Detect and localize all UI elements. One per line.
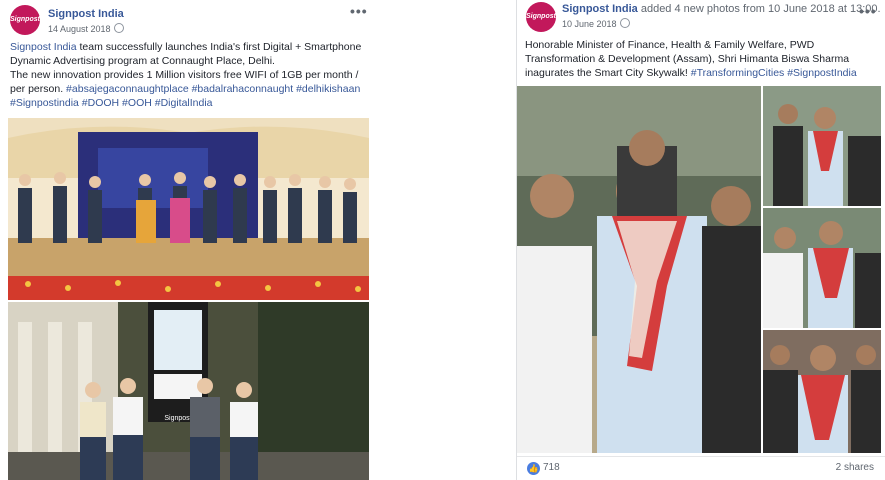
globe-icon [113, 23, 124, 33]
photo-stage-launch[interactable] [8, 118, 369, 300]
post-text-line: per person. [10, 83, 67, 95]
post-header: Signpost Signpost India 14 August 2018 •… [0, 0, 380, 38]
stage-illustration [8, 118, 369, 300]
hashtag-links[interactable]: #Signpostindia #DOOH #OOH #DigitalIndia [10, 97, 213, 109]
kiosk-illustration: Signpost [8, 302, 369, 480]
post-timestamp[interactable]: 10 June 2018 [562, 18, 630, 29]
photo-minister-main[interactable] [517, 86, 761, 453]
post-text-line: The new innovation provides 1 Million vi… [10, 69, 359, 81]
photo-minister-3[interactable] [763, 208, 881, 328]
more-options-button[interactable]: ••• [859, 3, 877, 19]
thumbs-up-icon[interactable]: 👍 [527, 462, 540, 475]
post-date[interactable]: 14 August 2018 [48, 24, 111, 34]
post-author-line: Signpost India [48, 8, 124, 20]
hashtag-links[interactable]: #TransformingCities #SignpostIndia [691, 67, 857, 79]
more-options-button[interactable]: ••• [350, 3, 368, 19]
photo-kiosk-group[interactable]: Signpost [8, 302, 369, 480]
post-date[interactable]: 10 June 2018 [562, 19, 617, 29]
post-header: Signpost Signpost India added 4 new phot… [517, 0, 885, 38]
page-avatar[interactable]: Signpost [526, 2, 556, 32]
post-author-line: Signpost India added 4 new photos from 1… [562, 3, 881, 15]
post-text: Honorable Minister of Finance, Health & … [517, 38, 885, 80]
post-timestamp[interactable]: 14 August 2018 [48, 23, 124, 34]
post-text: Signpost India team successfully launche… [0, 40, 380, 110]
page-mention-link[interactable]: Signpost India [10, 41, 77, 53]
post-text-line: Dynamic Advertising program at Connaught… [10, 55, 275, 67]
hashtag-links[interactable]: #absajegaconnaughtplace #badalrahaconnau… [66, 83, 360, 95]
post-text-line: Honorable Minister of Finance, Health & … [525, 39, 815, 51]
post-activity-text: added 4 new photos from 10 June 2018 at … [637, 3, 881, 15]
page-name-link[interactable]: Signpost India [562, 3, 638, 15]
post-text-line: inagurates the Smart City Skywalk! [525, 67, 691, 79]
minister-illustration [517, 86, 761, 453]
post-footer: 👍 718 2 shares [517, 456, 885, 480]
reaction-count[interactable]: 718 [543, 462, 560, 473]
photo-minister-2[interactable] [763, 86, 881, 206]
page-name-link[interactable]: Signpost India [48, 8, 124, 20]
post-text-line: Transformation & Development (Assam), Sh… [525, 53, 850, 65]
post-text-line: team successfully launches India's first… [76, 41, 362, 53]
photo-minister-4[interactable] [763, 330, 881, 453]
kiosk-brand-text: Signpost [164, 415, 191, 422]
post-card-launch: Signpost Signpost India 14 August 2018 •… [0, 0, 380, 480]
post-card-skywalk: Signpost Signpost India added 4 new phot… [516, 0, 885, 480]
globe-icon [619, 18, 630, 28]
page-avatar[interactable]: Signpost [10, 5, 40, 35]
share-count[interactable]: 2 shares [836, 462, 874, 473]
